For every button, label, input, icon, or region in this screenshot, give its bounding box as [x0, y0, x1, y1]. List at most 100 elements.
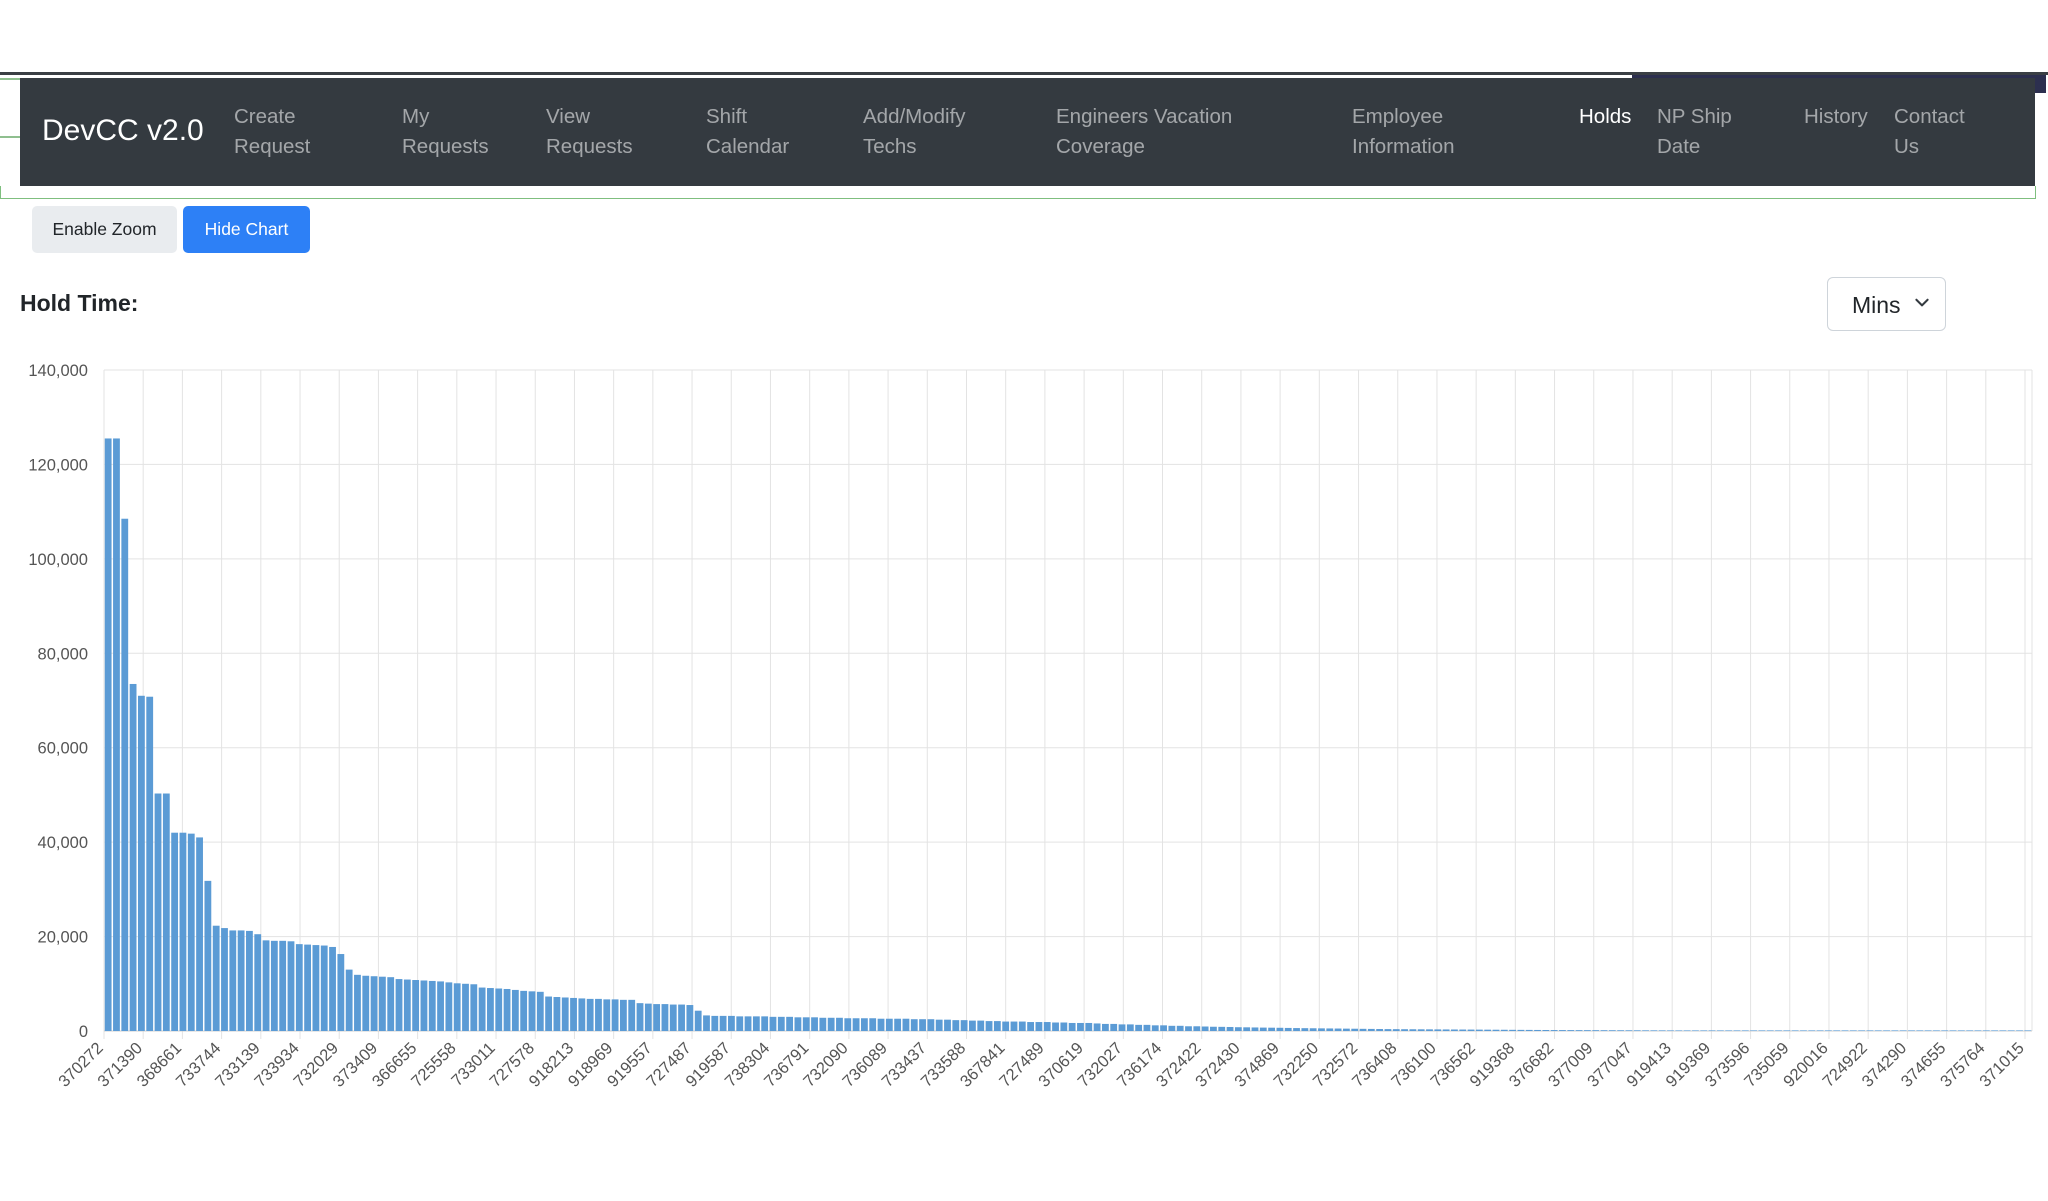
chart-bar	[1791, 1030, 1799, 1031]
chart-bar	[204, 880, 212, 1031]
top-navbar: DevCC v2.0 Create Request My Requests Vi…	[20, 78, 2035, 186]
chart-bar	[1467, 1029, 1475, 1031]
nav-np-ship-date[interactable]: NP Ship Date	[1657, 102, 1732, 162]
y-tick-label: 140,000	[28, 362, 88, 380]
chart-bar	[295, 944, 303, 1031]
chart-bar	[1592, 1030, 1600, 1031]
chart-bar	[1442, 1029, 1450, 1031]
chart-bar	[910, 1019, 918, 1031]
chart-bar	[636, 1003, 644, 1031]
chart-bar	[1168, 1025, 1176, 1031]
chart-bar	[1218, 1026, 1226, 1031]
y-tick-label: 20,000	[38, 929, 88, 947]
chart-bar	[1318, 1028, 1325, 1031]
nav-create-request[interactable]: Create Request	[234, 102, 310, 162]
hold-time-label: Hold Time:	[20, 290, 139, 316]
nav-engineers-vacation-coverage[interactable]: Engineers Vacation Coverage	[1056, 102, 1232, 162]
chart-bar	[1101, 1023, 1109, 1031]
brand-logo[interactable]: DevCC v2.0	[42, 114, 204, 148]
chart-bar	[478, 987, 486, 1031]
chart-bar	[1750, 1030, 1758, 1031]
chart-bar	[1949, 1030, 1957, 1031]
chart-bar	[1243, 1027, 1251, 1031]
chart-bar	[304, 944, 312, 1031]
chart-bar	[1018, 1021, 1026, 1031]
nav-label: Requests	[402, 135, 489, 158]
chart-bar	[1110, 1023, 1118, 1031]
chart-bar	[885, 1018, 893, 1031]
chart-bar	[894, 1018, 902, 1031]
chart-bar	[1974, 1030, 1982, 1031]
nav-history[interactable]: History	[1804, 102, 1868, 132]
chart-bar	[786, 1016, 794, 1031]
chart-bar	[428, 980, 436, 1031]
chart-bar	[2016, 1030, 2023, 1031]
chart-bar	[520, 990, 528, 1031]
chart-bar	[1484, 1029, 1492, 1031]
hide-chart-button[interactable]: Hide Chart	[183, 206, 310, 253]
chart-bar	[1085, 1022, 1093, 1031]
unit-select[interactable]: Mins	[1827, 277, 1946, 331]
nav-employee-information[interactable]: Employee Information	[1352, 102, 1455, 162]
nav-view-requests[interactable]: View Requests	[546, 102, 633, 162]
nav-contact-us[interactable]: Contact Us	[1894, 102, 1965, 162]
chart-bar	[329, 946, 336, 1031]
nav-label: History	[1804, 105, 1868, 128]
navbar-outline	[0, 186, 2036, 199]
chart-bar	[1708, 1030, 1716, 1031]
chart-bar	[844, 1018, 852, 1031]
chevron-down-icon	[1915, 298, 1929, 307]
chart-bar	[420, 980, 428, 1031]
chart-bar	[536, 991, 544, 1031]
chart-bar	[1417, 1029, 1425, 1031]
chart-bar	[395, 979, 403, 1031]
nav-label: Shift	[706, 105, 748, 128]
chart-bar	[952, 1020, 960, 1031]
chart-bar	[1716, 1030, 1724, 1031]
chart-bar	[1359, 1028, 1367, 1031]
chart-bar	[1002, 1021, 1010, 1031]
chart-bar	[1135, 1024, 1143, 1031]
chart-bar	[1309, 1028, 1317, 1031]
nav-label: Create	[234, 105, 296, 128]
outline-fragment	[0, 78, 22, 80]
nav-holds[interactable]: Holds	[1579, 102, 1631, 132]
chart-bar	[1426, 1029, 1433, 1031]
chart-bar	[1982, 1030, 1990, 1031]
chart-bar	[354, 974, 361, 1031]
chart-bar	[611, 999, 619, 1031]
chart-bar	[1733, 1030, 1741, 1031]
chart-bar	[196, 837, 203, 1031]
chart-bar	[378, 976, 386, 1031]
chart-bar	[1293, 1028, 1300, 1031]
chart-bar	[794, 1017, 802, 1031]
chart-bar	[121, 518, 129, 1031]
chart-bar	[445, 982, 453, 1031]
chart-bar	[511, 989, 519, 1031]
nav-shift-calendar[interactable]: Shift Calendar	[706, 102, 789, 162]
chart-bar	[345, 969, 353, 1031]
chart-bar	[1849, 1030, 1857, 1031]
nav-my-requests[interactable]: My Requests	[402, 102, 489, 162]
nav-add-modify-techs[interactable]: Add/Modify Techs	[863, 102, 966, 162]
chart-bar	[362, 975, 370, 1031]
chart-bar	[320, 945, 328, 1031]
chart-bar	[1858, 1030, 1866, 1031]
chart-bar	[561, 997, 569, 1031]
enable-zoom-button[interactable]: Enable Zoom	[32, 206, 177, 253]
chart-bar	[1816, 1030, 1824, 1031]
x-tick-label: 371015	[1976, 1039, 2028, 1091]
chart-bar	[403, 979, 411, 1031]
chart-bar	[254, 934, 262, 1031]
chart-bar	[412, 980, 420, 1031]
chart-bar	[1268, 1027, 1276, 1031]
chart-bar	[229, 930, 237, 1031]
chart-bar	[287, 941, 295, 1031]
chart-bar	[686, 1005, 694, 1031]
chart-bar	[1093, 1023, 1101, 1031]
chart-bar	[1966, 1030, 1974, 1031]
chart-bar	[237, 930, 245, 1031]
y-axis-ticks: 0 20,000 40,000 60,000 80,000 100,000 120,000 1…	[28, 362, 88, 1041]
chart-bar	[528, 991, 536, 1031]
chart-bar	[1234, 1027, 1242, 1031]
